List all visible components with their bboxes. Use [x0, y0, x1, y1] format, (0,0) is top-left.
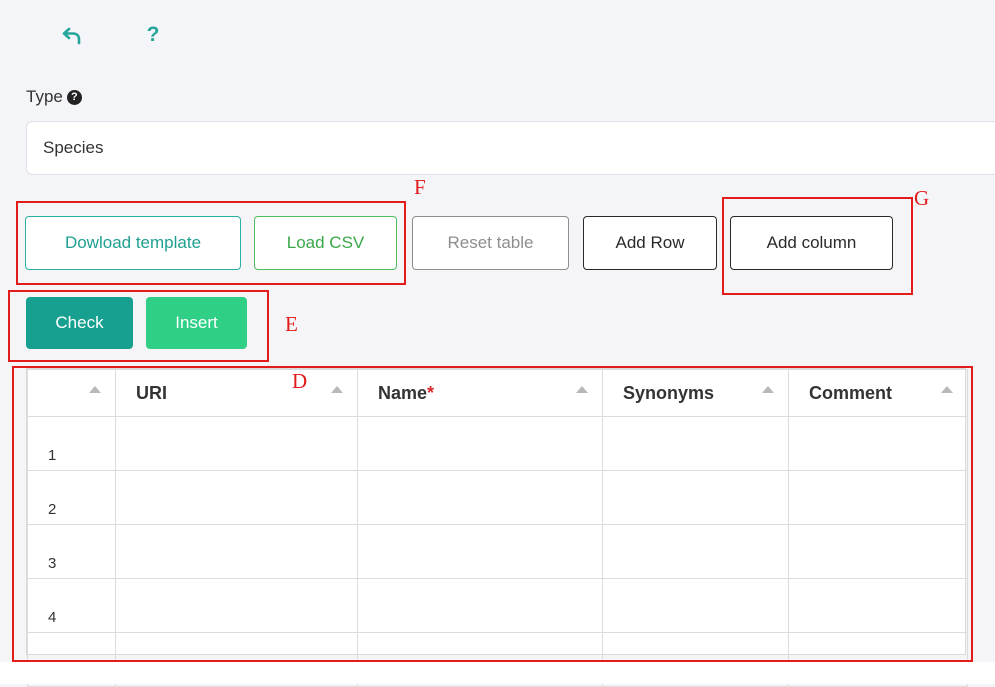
cell-uri[interactable] [115, 578, 358, 633]
column-header-index[interactable] [27, 369, 116, 417]
sort-up-icon[interactable] [762, 386, 774, 393]
type-select-value: Species [43, 138, 104, 157]
insert-button[interactable]: Insert [146, 297, 247, 349]
bottom-strip [0, 662, 995, 684]
row-index: 4 [27, 578, 116, 633]
cell-uri[interactable] [115, 470, 358, 525]
type-label-text: Type [26, 87, 63, 106]
table-row: 2 [27, 470, 968, 525]
type-label: Type ? [26, 87, 82, 107]
check-button[interactable]: Check [26, 297, 133, 349]
cell-comment[interactable] [788, 470, 968, 525]
load-csv-label: Load CSV [286, 233, 365, 252]
data-grid: URI Name* Synonyms Comment 1 2 3 4 [27, 369, 968, 687]
undo-button[interactable] [57, 20, 87, 50]
cell-uri[interactable] [115, 524, 358, 579]
cell-comment[interactable] [788, 416, 968, 471]
data-table: URI Name* Synonyms Comment 1 2 3 4 [26, 368, 968, 687]
add-row-button[interactable]: Add Row [583, 216, 717, 270]
row-index: 1 [27, 416, 116, 471]
row-index: 2 [27, 470, 116, 525]
table-row: 4 [27, 578, 968, 633]
table-header-row: URI Name* Synonyms Comment [27, 369, 968, 417]
sort-up-icon[interactable] [331, 386, 343, 393]
table-row: 1 [27, 416, 968, 471]
cell-synonyms[interactable] [602, 416, 789, 471]
type-select[interactable]: Species [26, 121, 995, 175]
annotation-label-g: G [914, 186, 930, 210]
column-header-comment-label: Comment [809, 382, 893, 403]
cell-name[interactable] [357, 470, 603, 525]
cell-name[interactable] [357, 578, 603, 633]
insert-label: Insert [175, 313, 218, 332]
load-csv-button[interactable]: Load CSV [254, 216, 397, 270]
column-header-name-label: Name [378, 382, 428, 403]
undo-arrow-icon [62, 27, 81, 45]
cell-uri[interactable] [115, 416, 358, 471]
sort-up-icon[interactable] [941, 386, 953, 393]
sort-up-icon[interactable] [89, 386, 101, 393]
column-header-comment[interactable]: Comment [788, 369, 968, 417]
cell-name[interactable] [357, 524, 603, 579]
help-button[interactable]: ? [138, 20, 168, 50]
reset-table-label: Reset table [447, 233, 534, 252]
column-header-uri-label: URI [136, 382, 167, 403]
required-marker: * [427, 382, 435, 403]
column-header-synonyms[interactable]: Synonyms [602, 369, 789, 417]
cell-comment[interactable] [788, 524, 968, 579]
column-header-uri[interactable]: URI [115, 369, 358, 417]
download-template-button[interactable]: Dowload template [25, 216, 241, 270]
check-label: Check [55, 313, 104, 332]
row-index: 3 [27, 524, 116, 579]
table-row: 3 [27, 524, 968, 579]
help-label: ? [146, 23, 160, 46]
cell-synonyms[interactable] [602, 524, 789, 579]
column-header-name[interactable]: Name* [357, 369, 603, 417]
column-header-synonyms-label: Synonyms [623, 382, 715, 403]
cell-synonyms[interactable] [602, 470, 789, 525]
cell-comment[interactable] [788, 578, 968, 633]
sort-up-icon[interactable] [576, 386, 588, 393]
download-template-label: Dowload template [64, 233, 202, 252]
reset-table-button[interactable]: Reset table [412, 216, 569, 270]
annotation-label-e: E [285, 312, 298, 336]
question-circle-icon[interactable]: ? [66, 89, 82, 105]
annotation-label-d: D [292, 369, 308, 393]
cell-name[interactable] [357, 416, 603, 471]
annotation-label-f: F [414, 175, 426, 199]
add-column-label: Add column [766, 233, 857, 252]
add-column-button[interactable]: Add column [730, 216, 893, 270]
cell-synonyms[interactable] [602, 578, 789, 633]
add-row-label: Add Row [615, 233, 685, 252]
